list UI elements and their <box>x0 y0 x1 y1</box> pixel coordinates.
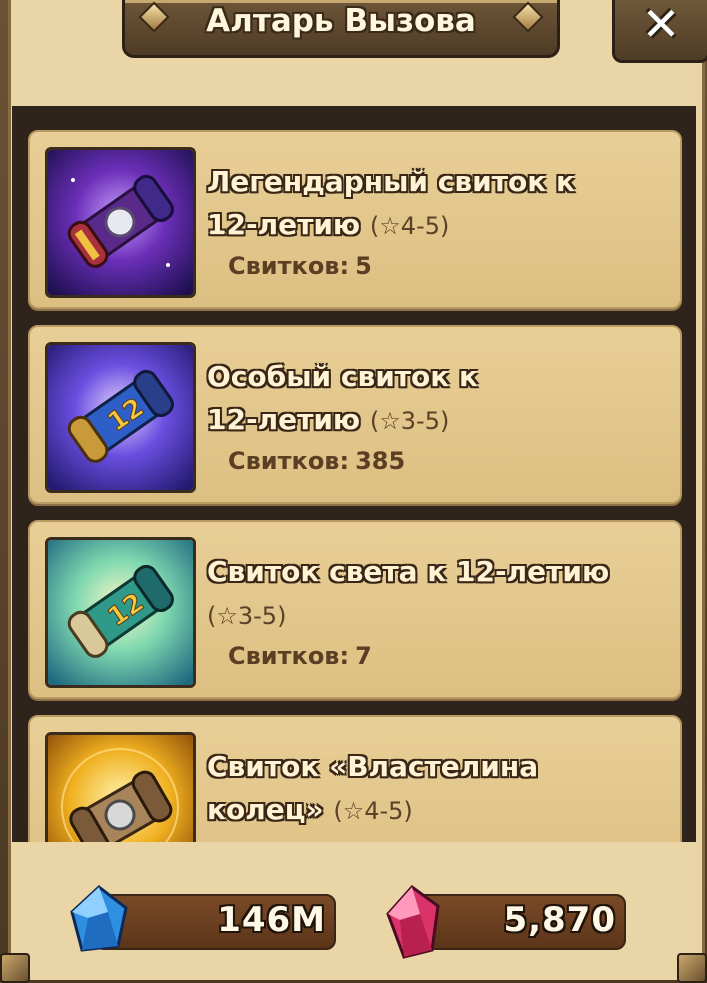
scroll-title: Свиток «Властелина колец» (☆4-5) <box>207 750 539 826</box>
list-item[interactable]: Свиток «Властелина колец» (☆4-5) <box>28 715 682 842</box>
star-rating: (☆3-5) <box>369 407 450 435</box>
crystal-amount: 146M <box>217 900 326 940</box>
list-item[interactable]: Легендарный свиток к 12-летию (☆4-5) Сви… <box>28 130 682 309</box>
scroll-count: Свитков: 5 <box>228 252 372 280</box>
star-rating: (☆4-5) <box>369 212 450 240</box>
scroll-list[interactable]: Легендарный свиток к 12-летию (☆4-5) Сви… <box>12 106 696 842</box>
frame-corner-ornament <box>0 953 30 983</box>
scroll-title: Особый свиток к 12-летию (☆3-5) <box>207 360 479 436</box>
frame-corner-ornament <box>677 953 707 983</box>
legendary-scroll-icon <box>45 147 196 298</box>
list-item[interactable]: 12 Особый свиток к 12-летию (☆3-5) Свитк… <box>28 325 682 504</box>
close-icon: ✕ <box>641 0 681 51</box>
star-rating: (☆3-5) <box>207 602 287 630</box>
scroll-count: Свитков: 7 <box>228 642 372 670</box>
title-plate: Алтарь Вызова <box>122 0 560 58</box>
gem-amount: 5,870 <box>503 900 616 940</box>
list-item[interactable]: 12 Свиток света к 12-летию (☆3-5) Свитко… <box>28 520 682 699</box>
special-scroll-icon: 12 <box>45 342 196 493</box>
red-gem-icon <box>386 884 440 959</box>
star-rating: (☆4-5) <box>333 797 413 825</box>
blue-crystal-icon <box>70 885 128 952</box>
light-scroll-icon: 12 <box>45 537 196 688</box>
close-button[interactable]: ✕ <box>612 0 707 63</box>
window-title: Алтарь Вызова <box>206 3 476 39</box>
currency-bar: 146M 5,870 <box>12 842 696 980</box>
scroll-title: Легендарный свиток к 12-летию (☆4-5) <box>207 165 575 241</box>
scroll-title: Свиток света к 12-летию (☆3-5) <box>207 555 610 630</box>
lotr-scroll-icon <box>45 732 196 842</box>
crystal-counter: 146M <box>70 885 336 952</box>
gem-counter: 5,870 <box>386 884 626 959</box>
scroll-count: Свитков: 385 <box>228 447 406 475</box>
